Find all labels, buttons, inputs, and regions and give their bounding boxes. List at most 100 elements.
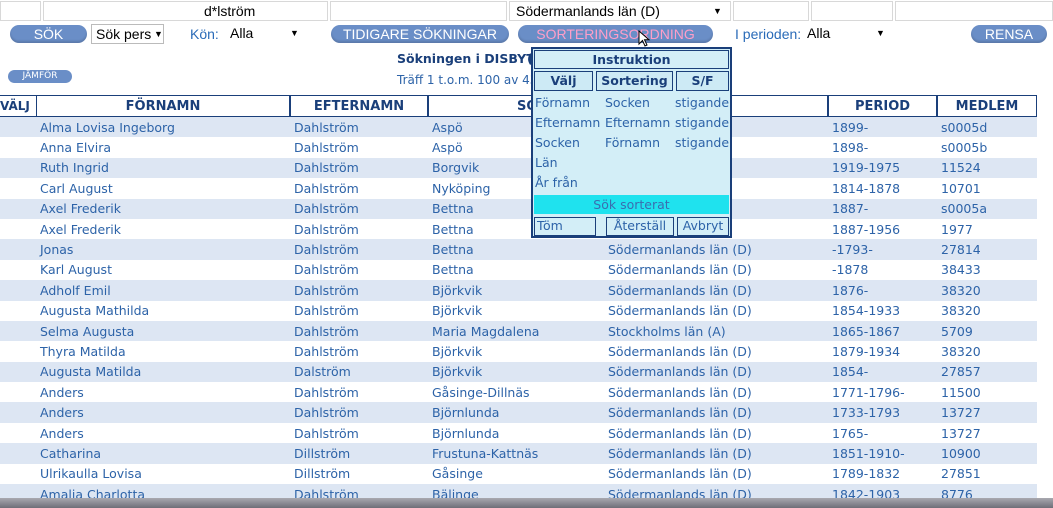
row-select-cell[interactable]	[0, 157, 36, 179]
cell-fornamn[interactable]: Karl August	[36, 259, 290, 281]
cell-medlem: 27814	[937, 239, 1037, 260]
row-select-cell[interactable]	[0, 198, 36, 219]
row-select-cell[interactable]	[0, 178, 36, 199]
top-field-3[interactable]	[330, 1, 507, 21]
row-select-cell[interactable]	[0, 361, 36, 383]
header-efternamn[interactable]: EFTERNAMN	[290, 95, 428, 117]
option-efternamn[interactable]: Efternamn	[535, 115, 600, 130]
cell-fornamn[interactable]: Adholf Emil	[36, 280, 290, 301]
jamfor-button[interactable]: JÄMFÖR	[8, 70, 72, 83]
cell-fornamn[interactable]: Ulrikaulla Lovisa	[36, 463, 290, 485]
cell-fornamn[interactable]: Jonas	[36, 239, 290, 260]
aterstall-button[interactable]: Återställ	[606, 217, 674, 236]
cell-period: -1793-	[828, 239, 937, 260]
county-select[interactable]: Södermanlands län (D) ▼	[509, 1, 731, 21]
cell-fornamn[interactable]: Anders	[36, 402, 290, 423]
table-row[interactable]: Jonas Dahlström Bettna Södermanlands län (D…	[0, 239, 1037, 260]
cell-fornamn[interactable]: Axel Frederik	[36, 218, 290, 240]
cell-lan: Södermanlands län (D)	[602, 300, 828, 321]
top-field-5[interactable]	[733, 1, 809, 21]
row-select-cell[interactable]	[0, 300, 36, 321]
table-row[interactable]: Ruth Ingrid Dahlström Borgvik 1919-1975 1152…	[0, 157, 1037, 179]
table-row[interactable]: Alma Lovisa IngeborgDahlströmAspön (D)18…	[0, 117, 1037, 138]
sok-pers-select[interactable]: Sök pers ▼	[91, 24, 164, 44]
table-row[interactable]: Catharina Dillström Frustuna-Kattnäs Söderm…	[0, 443, 1037, 464]
table-row[interactable]: Axel FrederikDahlströmBettnan (D)1887-s0…	[0, 198, 1037, 219]
table-row[interactable]: Adholf Emil Dahlström Björkvik Södermanland…	[0, 280, 1037, 301]
top-field-6[interactable]	[811, 1, 893, 21]
sorting-2[interactable]: Efternamn	[605, 115, 670, 130]
sorteringsordning-button[interactable]: SORTERINGSORDNING	[518, 25, 713, 43]
cell-fornamn[interactable]: Carl August	[36, 178, 290, 199]
cell-socken: Björkvik	[428, 280, 602, 301]
row-select-cell[interactable]	[0, 443, 36, 464]
row-select-cell[interactable]	[0, 259, 36, 281]
cell-period: 1876-	[828, 280, 937, 301]
row-select-cell[interactable]	[0, 341, 36, 362]
header-fornamn[interactable]: FÖRNAMN	[36, 95, 290, 117]
name-search-input[interactable]: d*lström	[43, 1, 328, 21]
tom-button[interactable]: Töm	[534, 217, 596, 236]
table-row[interactable]: Anders Dahlström Björnlunda Södermanlands l…	[0, 402, 1037, 423]
cell-socken: Maria Magdalena	[428, 320, 602, 342]
direction-1[interactable]: stigande	[675, 95, 729, 110]
table-row[interactable]: Carl AugustDahlströmNyköpingn (D)1814-18…	[0, 178, 1037, 199]
row-select-cell[interactable]	[0, 422, 36, 444]
cell-fornamn[interactable]: Augusta Matilda	[36, 361, 290, 383]
row-select-cell[interactable]	[0, 239, 36, 260]
row-select-cell[interactable]	[0, 463, 36, 485]
popup-header-sf: S/F	[676, 71, 729, 91]
top-field-1[interactable]	[0, 1, 41, 21]
row-select-cell[interactable]	[0, 382, 36, 403]
table-row[interactable]: Anders Dahlström Björnlunda Södermanlands l…	[0, 422, 1037, 444]
row-select-cell[interactable]	[0, 137, 36, 158]
cell-fornamn[interactable]: Thyra Matilda	[36, 341, 290, 362]
avbryt-button[interactable]: Avbryt	[677, 217, 729, 236]
cell-efternamn: Dahlström	[290, 320, 428, 342]
row-select-cell[interactable]	[0, 402, 36, 423]
table-row[interactable]: Thyra Matilda Dahlström Björkvik Södermanla…	[0, 341, 1037, 362]
cell-fornamn[interactable]: Catharina	[36, 443, 290, 464]
row-select-cell[interactable]	[0, 117, 36, 138]
sok-sorterat-button[interactable]: Sök sorterat	[534, 195, 729, 214]
cell-fornamn[interactable]: Selma Augusta	[36, 320, 290, 342]
row-select-cell[interactable]	[0, 218, 36, 240]
rensa-button[interactable]: RENSA	[971, 25, 1047, 43]
table-row[interactable]: Selma Augusta Dahlström Maria Magdalena Sto…	[0, 320, 1037, 342]
option-fornamn[interactable]: Förnamn	[535, 95, 590, 110]
table-row[interactable]: Karl August Dahlström Bettna Södermanlands …	[0, 259, 1037, 281]
sorting-3[interactable]: Förnamn	[605, 135, 660, 150]
table-row[interactable]: Anna ElviraDahlströmAspön (D)1898-s0005b	[0, 137, 1037, 158]
cell-efternamn: Dahlström	[290, 382, 428, 403]
table-row[interactable]: Anders Dahlström Gåsinge-Dillnäs Södermanla…	[0, 382, 1037, 403]
table-row[interactable]: Augusta Matilda Dalström Björkvik Södermanl…	[0, 361, 1037, 383]
tidigare-sokningar-button[interactable]: TIDIGARE SÖKNINGAR	[331, 25, 509, 43]
table-row[interactable]: Axel FrederikDahlströmBettnan (D)1887-19…	[0, 218, 1037, 240]
perioden-select[interactable]: Alla ▼	[803, 24, 889, 44]
direction-3[interactable]: stigande	[675, 135, 729, 150]
direction-2[interactable]: stigande	[675, 115, 729, 130]
header-period[interactable]: PERIOD	[828, 95, 937, 117]
cell-socken: Björnlunda	[428, 422, 602, 444]
table-row[interactable]: Augusta Mathilda Dahlström Björkvik Söderma…	[0, 300, 1037, 321]
cell-socken: Gåsinge-Dillnäs	[428, 382, 602, 403]
cell-fornamn[interactable]: Axel Frederik	[36, 198, 290, 219]
option-ar-fran[interactable]: År från	[535, 175, 578, 190]
header-medlem[interactable]: MEDLEM	[937, 95, 1037, 117]
option-lan[interactable]: Län	[535, 155, 558, 170]
cell-fornamn[interactable]: Alma Lovisa Ingeborg	[36, 117, 290, 138]
cell-fornamn[interactable]: Anders	[36, 382, 290, 403]
cell-efternamn: Dillström	[290, 463, 428, 485]
row-select-cell[interactable]	[0, 280, 36, 301]
table-row[interactable]: Ulrikaulla Lovisa Dillström Gåsinge Söderma…	[0, 463, 1037, 485]
top-field-7[interactable]	[895, 1, 1053, 21]
sorting-1[interactable]: Socken	[605, 95, 650, 110]
cell-fornamn[interactable]: Anna Elvira	[36, 137, 290, 158]
cell-fornamn[interactable]: Anders	[36, 422, 290, 444]
cell-fornamn[interactable]: Ruth Ingrid	[36, 157, 290, 179]
kon-select[interactable]: Alla ▼	[226, 24, 305, 44]
option-socken[interactable]: Socken	[535, 135, 580, 150]
sok-button[interactable]: SÖK	[10, 25, 87, 43]
cell-fornamn[interactable]: Augusta Mathilda	[36, 300, 290, 321]
row-select-cell[interactable]	[0, 320, 36, 342]
